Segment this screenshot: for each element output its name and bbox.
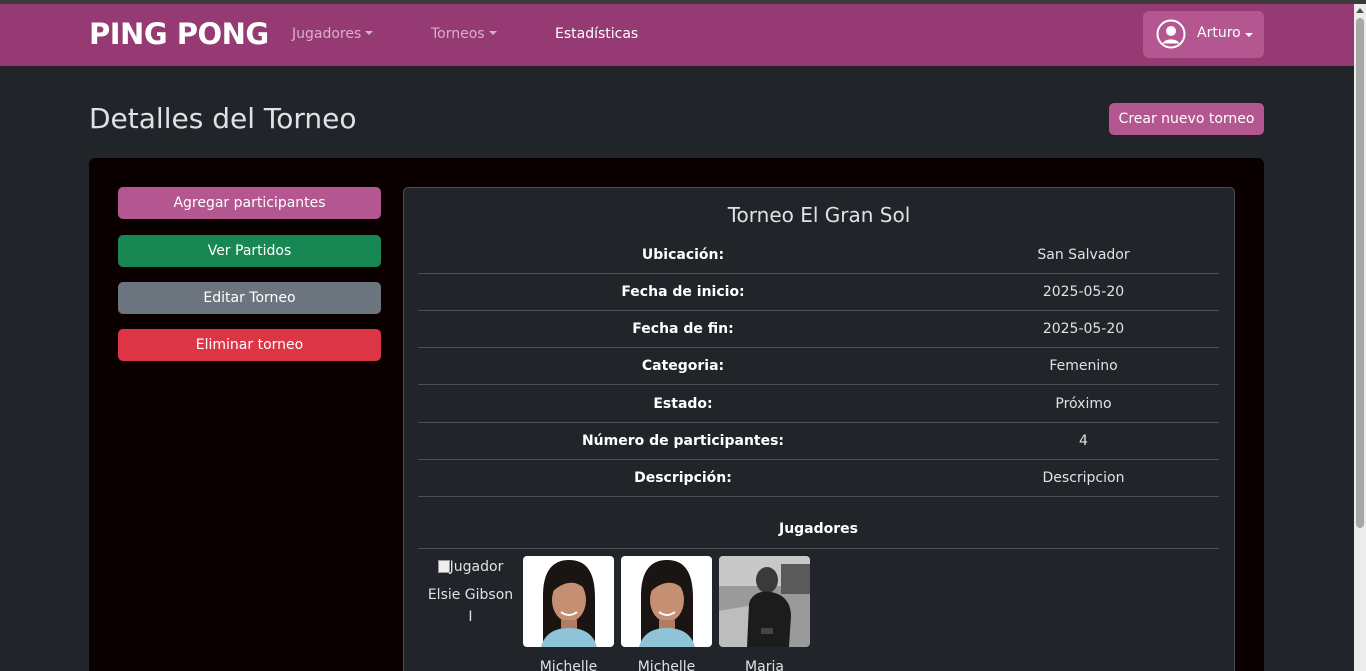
woman-portrait-image (523, 556, 614, 647)
player-card[interactable]: Michelle (523, 556, 614, 671)
detail-label: Categoria: (641, 358, 725, 374)
detail-label: Número de participantes: (581, 433, 785, 449)
woman-portrait-image (621, 556, 712, 647)
create-tournament-button[interactable]: Crear nuevo torneo (1109, 103, 1264, 135)
player-name: Elsie Gibson I (427, 587, 514, 625)
player-card[interactable]: Michelle (621, 556, 712, 671)
detail-label: Ubicación: (641, 247, 725, 263)
detail-value: San Salvador (1037, 247, 1130, 263)
detail-row-participants: Número de participantes: 4 (418, 423, 1219, 460)
scrollbar-thumb[interactable] (1356, 18, 1364, 528)
detail-row-end-date: Fecha de fin: 2025-05-20 (418, 311, 1219, 348)
detail-label: Fecha de fin: (632, 321, 734, 337)
players-heading-row: Jugadores (418, 510, 1219, 549)
broken-image-icon (437, 560, 450, 573)
detail-value: 2025-05-20 (1042, 321, 1125, 337)
nav-torneos-dropdown[interactable]: Torneos (431, 26, 497, 42)
player-photo-alt: Jugador (449, 559, 504, 575)
detail-row-location: Ubicación: San Salvador (418, 237, 1219, 274)
navbar: PING PONG Jugadores Torneos Estadísticas… (0, 4, 1354, 66)
detail-label: Estado: (653, 396, 713, 412)
scroll-up-icon[interactable] (1356, 8, 1364, 13)
detail-value: Femenino (1049, 358, 1118, 374)
tournament-name: Torneo El Gran Sol (727, 203, 911, 227)
caret-down-icon (365, 31, 374, 35)
detail-value: 2025-05-20 (1042, 284, 1125, 300)
detail-value: 4 (1079, 433, 1088, 449)
player-photo (719, 556, 810, 647)
detail-value: Próximo (1055, 396, 1112, 412)
caret-down-icon (488, 31, 497, 35)
bw-man-photo-image (719, 556, 810, 647)
detail-row-status: Estado: Próximo (418, 386, 1219, 423)
user-name: Arturo (1197, 25, 1241, 41)
nav-torneos-label: Torneos (431, 26, 485, 42)
player-photo (523, 556, 614, 647)
detail-label: Fecha de inicio: (621, 284, 745, 300)
detail-row-category: Categoria: Femenino (418, 348, 1219, 385)
page-title: Detalles del Torneo (89, 102, 357, 135)
page-scrollbar[interactable] (1354, 4, 1366, 671)
brand-logo[interactable]: PING PONG (89, 17, 269, 51)
player-card[interactable]: Jugador Elsie Gibson I (424, 559, 517, 628)
player-name: Michelle (539, 659, 598, 671)
player-name: Michelle (637, 659, 696, 671)
detail-label: Descripción: (634, 470, 732, 486)
players-heading: Jugadores (778, 521, 859, 537)
player-name: Maria (745, 659, 784, 671)
nav-jugadores-label: Jugadores (292, 26, 362, 42)
add-participants-button[interactable]: Agregar participantes (118, 187, 381, 219)
player-photo (621, 556, 712, 647)
player-photo-broken: Jugador (424, 559, 517, 575)
edit-tournament-button[interactable]: Editar Torneo (118, 282, 381, 314)
detail-row-start-date: Fecha de inicio: 2025-05-20 (418, 274, 1219, 311)
delete-tournament-button[interactable]: Eliminar torneo (118, 329, 381, 361)
view-matches-button[interactable]: Ver Partidos (118, 235, 381, 267)
caret-down-icon (1245, 33, 1253, 37)
detail-value: Descripcion (1042, 470, 1125, 486)
nav-estadisticas-link[interactable]: Estadísticas (555, 26, 638, 42)
user-circle-icon (1156, 19, 1186, 49)
user-menu-button[interactable]: Arturo (1143, 11, 1264, 58)
detail-row-description: Descripción: Descripcion (418, 460, 1219, 497)
player-card[interactable]: Maria (719, 556, 810, 671)
nav-jugadores-dropdown[interactable]: Jugadores (292, 26, 374, 42)
